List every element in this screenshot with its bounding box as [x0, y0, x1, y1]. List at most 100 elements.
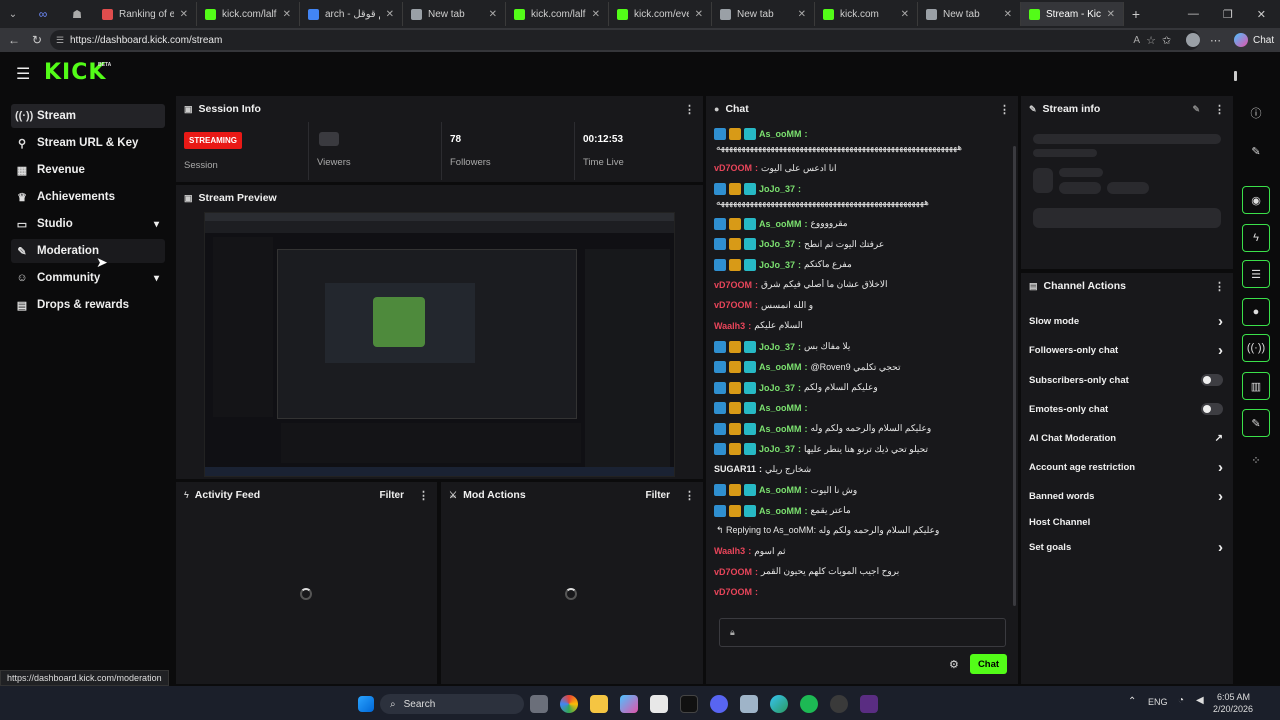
tab-close-icon[interactable]: ✕: [386, 9, 394, 20]
volume-icon[interactable]: ◀: [1196, 695, 1204, 706]
channel-action-set-goals[interactable]: Set goals ›: [1029, 537, 1223, 557]
chat-username[interactable]: SUGAR11: [714, 464, 756, 474]
next-app-icon[interactable]: [860, 695, 878, 713]
chat-message[interactable]: As_ooMM: وعليكم السلام والرحمه ولكم وله: [714, 422, 1010, 435]
channel-action-followers-only-chat[interactable]: Followers-only chat ›: [1029, 340, 1223, 360]
pinned-tab-icon[interactable]: ☗: [60, 8, 94, 21]
wrench-icon[interactable]: ✎: [1242, 409, 1270, 437]
list-icon[interactable]: ☰: [1242, 260, 1270, 288]
chat-message[interactable]: Waalh3: السلام عليكم: [714, 320, 1010, 331]
tab-list-button[interactable]: ⌄: [0, 9, 26, 20]
chrome-icon[interactable]: [560, 695, 578, 713]
chat-message[interactable]: As_ooMM: وش نا اليوت: [714, 484, 1010, 496]
mod-menu-icon[interactable]: ⋮: [684, 489, 695, 502]
sidebar-item-community[interactable]: ☺ Community ▾: [11, 266, 165, 290]
chat-message[interactable]: ↰ Replying to As_ooMM: وعليكم السلام وال…: [714, 525, 1010, 536]
chat-username[interactable]: As_ooMM: [759, 362, 802, 372]
browser-tab[interactable]: Ranking of evely3 ✕: [94, 2, 197, 26]
tab-close-icon[interactable]: ✕: [1107, 9, 1115, 20]
copilot-icon[interactable]: [1234, 33, 1248, 47]
chat-message[interactable]: vD7OOM: الاخلاق عشان ما أصلي فيكم شرق: [714, 279, 1010, 290]
chat-message[interactable]: vD7OOM: بروح اجيب الموبات كلهم يحيون القم…: [714, 566, 1010, 577]
chat-username[interactable]: As_ooMM: [759, 403, 802, 413]
sidebar-item-stream[interactable]: ((·)) Stream: [11, 104, 165, 128]
tab-close-icon[interactable]: ✕: [283, 9, 291, 20]
chat-scrollbar[interactable]: [1013, 146, 1016, 606]
layout-icon[interactable]: ▥: [1242, 372, 1270, 400]
chat-bubble-icon[interactable]: ●: [1242, 298, 1270, 326]
tab-close-icon[interactable]: ✕: [901, 9, 909, 20]
chat-message[interactable]: vD7OOM:: [714, 587, 1010, 597]
language-indicator[interactable]: ENG: [1148, 697, 1168, 707]
chat-username[interactable]: JoJo_37: [759, 260, 795, 270]
channel-action-account-age-restriction[interactable]: Account age restriction ›: [1029, 457, 1223, 477]
toggle-switch[interactable]: [1201, 403, 1223, 415]
activity-filter-button[interactable]: Filter: [380, 490, 404, 501]
channel-action-subscribers-only-chat[interactable]: Subscribers-only chat: [1029, 370, 1223, 390]
clock-date[interactable]: 2/20/2026: [1213, 704, 1253, 714]
chat-message[interactable]: JoJo_37: تحيلو تحي ذيك ترنو هنا ينطر عليه…: [714, 443, 1010, 455]
maximize-icon[interactable]: ❐: [1223, 8, 1233, 21]
more-icon[interactable]: ⁘: [1242, 446, 1270, 474]
sidebar-item-achievements[interactable]: ♛ Achievements: [11, 185, 165, 209]
chat-message[interactable]: As_ooMM: ماعتر يقمع: [714, 504, 1010, 517]
reload-icon[interactable]: ↻: [32, 33, 42, 47]
chat-message[interactable]: هههههههههههههههههههههههههههههههههههههههه…: [714, 197, 1010, 208]
chat-username[interactable]: As_ooMM: [759, 219, 802, 229]
chat-message[interactable]: Waalh3: ثم اسوم: [714, 546, 1010, 557]
browser-tab[interactable]: kick.com/lalfa ✕: [506, 2, 609, 26]
chat-message[interactable]: JoJo_37: وعليكم السلام ولكم: [714, 381, 1010, 394]
obs-icon[interactable]: [830, 695, 848, 713]
chat-message[interactable]: vD7OOM: انا ادعس على اليوت: [714, 163, 1010, 174]
start-button[interactable]: [358, 696, 374, 712]
sidebar-item-drops-rewards[interactable]: ▤ Drops & rewards: [11, 293, 165, 317]
chat-username[interactable]: JoJo_37: [759, 383, 795, 393]
mod-filter-button[interactable]: Filter: [646, 490, 670, 501]
wifi-icon[interactable]: ◔: [1178, 695, 1184, 706]
notepad-icon[interactable]: [740, 695, 758, 713]
session-info-menu-icon[interactable]: ⋮: [684, 103, 695, 116]
chat-username[interactable]: vD7OOM: [714, 163, 752, 173]
address-bar[interactable]: ☰ https://dashboard.kick.com/stream A ☆: [50, 30, 1200, 50]
chat-username[interactable]: JoJo_37: [759, 184, 795, 194]
chat-message[interactable]: As_ooMM: مقرووووع: [714, 217, 1010, 230]
chat-username[interactable]: As_ooMM: [759, 129, 802, 139]
discord-icon[interactable]: [710, 695, 728, 713]
chat-username[interactable]: Waalh3: [714, 546, 745, 556]
chevron-right-icon[interactable]: ›: [1218, 539, 1223, 556]
browser-tab[interactable]: New tab ✕: [403, 2, 506, 26]
chat-username[interactable]: vD7OOM: [714, 587, 752, 597]
channel-actions-menu-icon[interactable]: ⋮: [1214, 280, 1225, 293]
chat-username[interactable]: vD7OOM: [714, 280, 752, 290]
favorites-icon[interactable]: ✩: [1162, 34, 1171, 47]
channel-action-emotes-only-chat[interactable]: Emotes-only chat: [1029, 399, 1223, 419]
browser-tab[interactable]: arch - مترجم قوقل ✕: [300, 2, 403, 26]
browser-menu-icon[interactable]: ⋯: [1210, 34, 1221, 47]
sidebar-item-revenue[interactable]: ▦ Revenue: [11, 158, 165, 182]
chat-username[interactable]: JoJo_37: [759, 239, 795, 249]
favorite-star-icon[interactable]: ☆: [1146, 34, 1156, 47]
read-aloud-icon[interactable]: A: [1133, 35, 1140, 46]
chat-message[interactable]: As_ooMM:: [714, 128, 1010, 140]
chat-send-button[interactable]: Chat: [970, 654, 1007, 674]
tab-close-icon[interactable]: ✕: [489, 9, 497, 20]
external-link-icon[interactable]: ↗: [1215, 433, 1223, 444]
tab-close-icon[interactable]: ✕: [695, 9, 703, 20]
browser-tab[interactable]: New tab ✕: [918, 2, 1021, 26]
channel-action-host-channel[interactable]: Host Channel: [1029, 512, 1223, 532]
close-window-icon[interactable]: ✕: [1257, 8, 1266, 21]
edit-icon[interactable]: ✎: [1242, 137, 1270, 165]
chevron-right-icon[interactable]: ›: [1218, 459, 1223, 476]
hamburger-menu-icon[interactable]: ☰: [16, 64, 30, 84]
chat-settings-icon[interactable]: ⚙: [949, 658, 959, 671]
chevron-right-icon[interactable]: ›: [1218, 342, 1223, 359]
copilot-chat-label[interactable]: Chat: [1253, 35, 1274, 46]
chat-message[interactable]: vD7OOM: و الله انمسس: [714, 300, 1010, 311]
tab-close-icon[interactable]: ✕: [1004, 9, 1012, 20]
browser-tab[interactable]: New tab ✕: [712, 2, 815, 26]
chat-username[interactable]: As_ooMM: [759, 506, 802, 516]
spotify-icon[interactable]: [800, 695, 818, 713]
chevron-right-icon[interactable]: ›: [1218, 488, 1223, 505]
sidebar-item-stream-url-key[interactable]: ⚲ Stream URL & Key: [11, 131, 165, 155]
stream-info-menu-icon[interactable]: ⋮: [1214, 103, 1225, 116]
